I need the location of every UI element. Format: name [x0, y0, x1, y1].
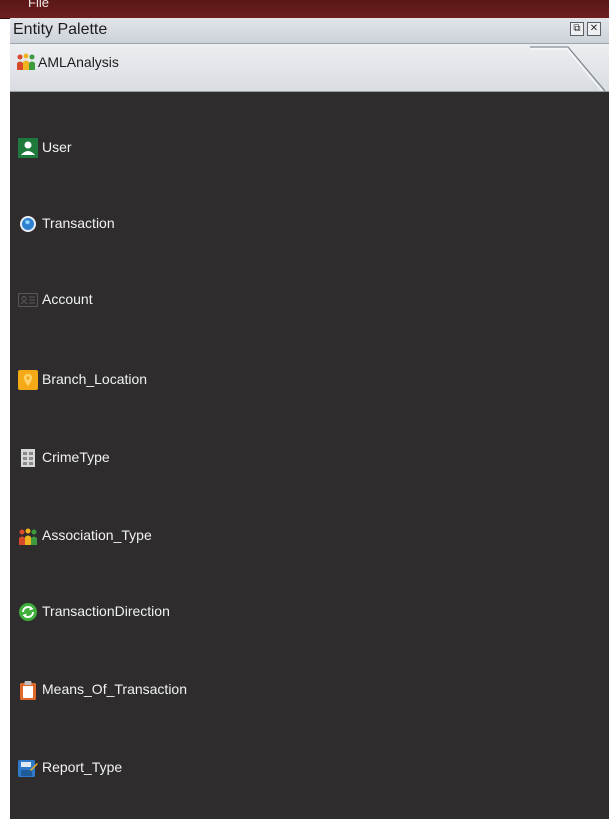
entity-label: Report_Type — [42, 759, 123, 775]
entity-label: CrimeType — [42, 449, 110, 465]
entity-label: Transaction — [42, 215, 115, 231]
entity-label: User — [42, 139, 72, 155]
entity-item-means-of-transaction[interactable]: Means_Of_Transaction — [10, 678, 410, 702]
entity-item-user[interactable]: User — [10, 136, 410, 160]
document-icon — [21, 449, 35, 467]
top-window-bar: File — [0, 0, 609, 19]
restore-button[interactable]: ⧉ — [570, 22, 584, 36]
entity-label: TransactionDirection — [42, 603, 170, 619]
clipboard-icon — [20, 681, 36, 700]
entity-label: Association_Type — [42, 527, 152, 543]
people-group-icon — [17, 53, 35, 70]
entity-label: Branch_Location — [42, 371, 148, 387]
top-bar-menu-text[interactable]: File — [28, 0, 49, 8]
tab-edge-decoration — [530, 46, 606, 91]
user-icon — [18, 138, 38, 158]
entity-item-transaction[interactable]: Transaction — [10, 212, 410, 236]
entity-item-crimetype[interactable]: CrimeType — [10, 446, 410, 470]
entity-item-account[interactable]: Account — [10, 288, 410, 312]
entity-item-report-type[interactable]: Report_Type — [10, 756, 410, 780]
globe-icon — [20, 216, 36, 232]
close-button[interactable]: ✕ — [587, 22, 601, 36]
entity-palette-panel: Entity Palette ⧉ ✕ AMLAnalysis User Tran… — [10, 18, 609, 819]
entity-item-branch-location[interactable]: Branch_Location — [10, 368, 410, 392]
report-save-icon — [18, 760, 38, 777]
entity-item-transactiondirection[interactable]: TransactionDirection — [10, 600, 410, 624]
panel-title: Entity Palette — [13, 21, 108, 38]
map-pin-icon — [18, 370, 38, 390]
id-card-icon — [18, 293, 38, 307]
tab-label: AMLAnalysis — [38, 54, 119, 70]
people-group-icon — [19, 528, 37, 545]
refresh-icon — [19, 603, 37, 621]
restore-icon: ⧉ — [573, 23, 581, 34]
close-icon: ✕ — [589, 23, 599, 34]
entity-label: Means_Of_Transaction — [42, 681, 187, 697]
entity-label: Account — [42, 291, 93, 307]
tab-strip: AMLAnalysis — [10, 44, 609, 92]
panel-title-bar: Entity Palette ⧉ ✕ — [10, 18, 609, 44]
entity-item-association-type[interactable]: Association_Type — [10, 524, 410, 548]
